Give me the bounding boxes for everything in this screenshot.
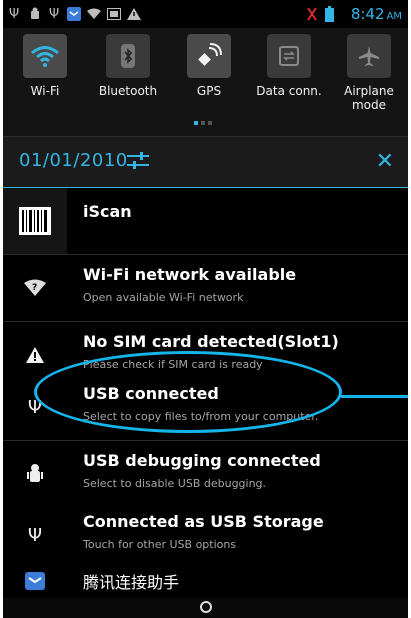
notification-subtitle: Select to disable USB debugging. bbox=[83, 477, 267, 490]
settings-sliders-icon[interactable] bbox=[127, 151, 149, 175]
notification-item[interactable]: 腾讯连接助手 bbox=[3, 563, 408, 599]
svg-text:?: ? bbox=[32, 283, 37, 293]
quick-tile-label: Data conn. bbox=[256, 84, 322, 98]
highlight-ellipse bbox=[34, 351, 342, 433]
quick-settings-panel: Wi-Fi Bluetooth GPS Data conn. Airplane … bbox=[3, 28, 408, 136]
data-connection-icon bbox=[267, 34, 311, 78]
quick-tile-bluetooth[interactable]: Bluetooth bbox=[88, 34, 168, 120]
home-button[interactable] bbox=[200, 601, 212, 613]
barcode-icon bbox=[3, 188, 67, 254]
airplane-icon bbox=[347, 34, 391, 78]
notification-shade: Ψ Ψ 8:42 AM Wi-Fi Bluetooth GPS Data con… bbox=[3, 0, 408, 618]
quick-tile-label: Bluetooth bbox=[98, 84, 158, 98]
notification-title: Connected as USB Storage bbox=[83, 512, 324, 531]
navigation-bar bbox=[3, 598, 408, 618]
battery-icon bbox=[325, 5, 334, 23]
mail-icon bbox=[67, 5, 81, 23]
usb-icon: Ψ bbox=[3, 502, 67, 568]
notification-subtitle: Touch for other USB options bbox=[83, 538, 237, 551]
quick-tile-data-connection[interactable]: Data conn. bbox=[249, 34, 329, 120]
android-debug-icon bbox=[29, 5, 41, 23]
quick-tile-label: GPS bbox=[196, 84, 222, 98]
quick-tile-label: Wi-Fi bbox=[30, 84, 60, 98]
warning-icon bbox=[127, 5, 141, 23]
notification-title: Wi-Fi network available bbox=[83, 265, 297, 284]
image-icon bbox=[107, 5, 121, 23]
status-time: 8:42 AM bbox=[350, 5, 402, 23]
highlight-pointer-line bbox=[341, 395, 408, 398]
date-bar: 01/01/2010 ✕ bbox=[3, 136, 408, 189]
no-sim-icon bbox=[307, 5, 317, 23]
quick-tile-label: Airplane mode bbox=[344, 84, 394, 112]
gps-icon bbox=[187, 34, 231, 78]
quick-tile-wifi[interactable]: Wi-Fi bbox=[5, 34, 85, 120]
page-indicator bbox=[194, 121, 212, 125]
date-text: 01/01/2010 bbox=[19, 150, 128, 171]
wifi-icon bbox=[87, 5, 101, 23]
notification-title: iScan bbox=[83, 202, 132, 221]
status-bar: Ψ Ψ 8:42 AM bbox=[3, 0, 408, 28]
bluetooth-icon bbox=[106, 34, 150, 78]
notification-title: 腾讯连接助手 bbox=[83, 573, 180, 592]
wifi-icon bbox=[23, 34, 67, 78]
wifi-question-icon: ? bbox=[3, 255, 67, 321]
notification-title: No SIM card detected(Slot1) bbox=[83, 332, 339, 351]
usb-icon: Ψ bbox=[49, 6, 60, 22]
notification-item[interactable]: ? Wi-Fi network available Open available… bbox=[3, 255, 408, 322]
clear-all-icon[interactable]: ✕ bbox=[376, 149, 394, 174]
quick-tile-airplane-mode[interactable]: Airplane mode bbox=[329, 34, 408, 120]
android-debug-icon bbox=[3, 441, 67, 507]
notification-item[interactable]: USB debugging connected Select to disabl… bbox=[3, 441, 408, 508]
quick-tile-gps[interactable]: GPS bbox=[169, 34, 249, 120]
mail-icon bbox=[3, 563, 67, 599]
usb-icon: Ψ bbox=[9, 6, 20, 22]
notification-item[interactable]: Ψ Connected as USB Storage Touch for oth… bbox=[3, 502, 408, 569]
notification-item[interactable]: iScan bbox=[3, 188, 408, 255]
notification-subtitle: Open available Wi-Fi network bbox=[83, 291, 244, 304]
notification-title: USB debugging connected bbox=[83, 451, 321, 470]
